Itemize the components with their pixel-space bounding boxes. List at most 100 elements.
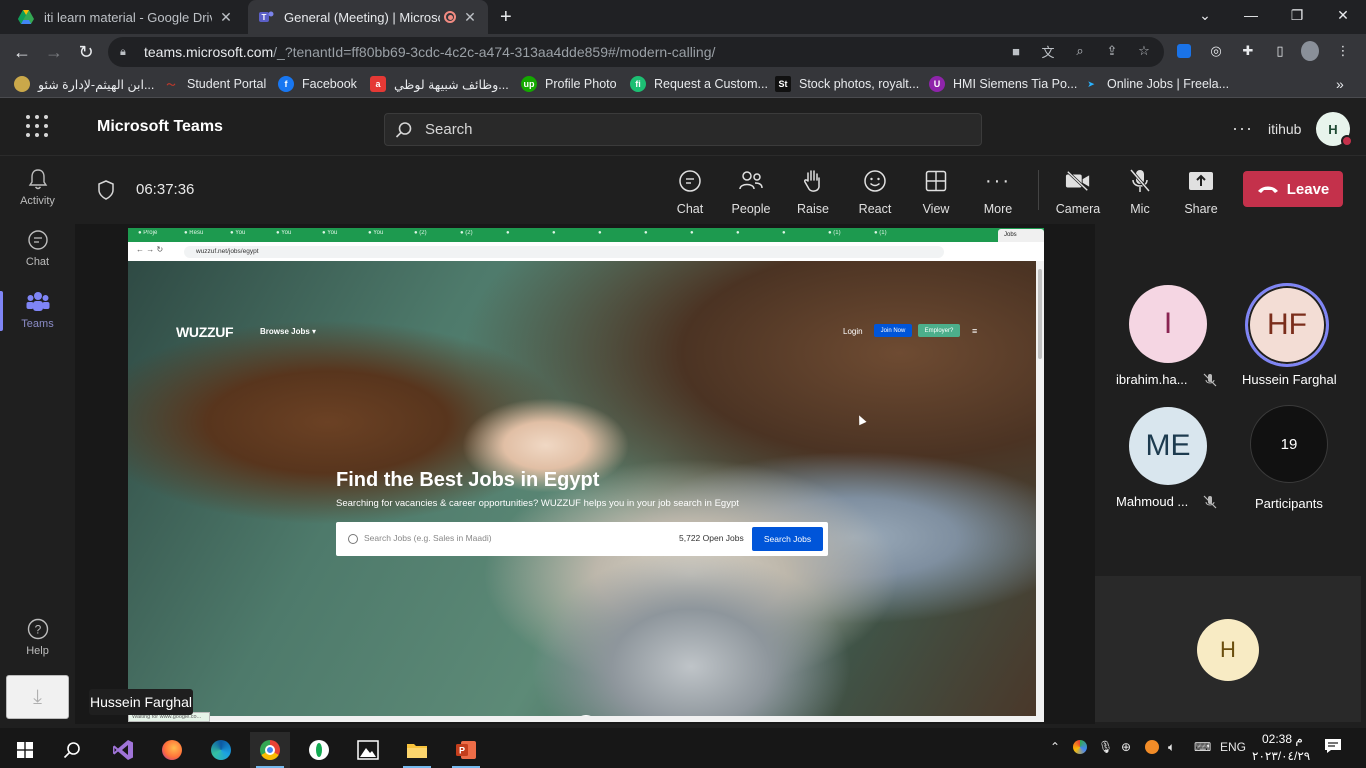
bookmarks-overflow-icon[interactable]: »: [1336, 75, 1344, 93]
react-button[interactable]: React: [847, 168, 903, 216]
profile-avatar[interactable]: [1301, 41, 1319, 61]
google-drive-icon: [18, 9, 34, 25]
share-page-icon[interactable]: ⇪: [1103, 42, 1121, 60]
search-jobs-button: Search Jobs: [752, 527, 823, 551]
bookmark-item[interactable]: a وظائف شبيهة لوظي...: [370, 75, 509, 93]
rail-item-activity[interactable]: Activity: [0, 158, 75, 216]
shared-tab: ● (2): [460, 230, 473, 236]
firefox-icon[interactable]: [152, 732, 192, 768]
avatar: H: [1197, 619, 1259, 681]
visual-studio-icon[interactable]: [103, 732, 143, 768]
forward-icon[interactable]: →: [42, 40, 66, 64]
close-window-icon[interactable]: ✕: [1320, 0, 1366, 30]
restore-icon[interactable]: ❐: [1274, 0, 1320, 30]
volume-icon[interactable]: 🔈︎: [1168, 740, 1175, 755]
shared-active-tab: Jobs: [998, 229, 1044, 242]
people-icon: [738, 168, 764, 194]
keyboard-icon[interactable]: ⌨︎: [1194, 740, 1211, 754]
participants-count-avatar[interactable]: 19: [1250, 405, 1328, 483]
bookmark-item[interactable]: up Profile Photo: [521, 75, 617, 93]
network-icon[interactable]: ⊕: [1121, 740, 1131, 754]
photos-icon[interactable]: [348, 732, 388, 768]
shield-icon[interactable]: [97, 180, 115, 200]
microphone-icon[interactable]: 🎙︎: [1098, 740, 1113, 754]
close-tab-icon[interactable]: ✕: [462, 9, 478, 26]
download-icon[interactable]: ⤓: [6, 675, 69, 719]
participant-avatar[interactable]: ME: [1129, 407, 1207, 485]
extension-globe-icon[interactable]: ◎: [1207, 42, 1225, 60]
participant-avatar-speaking[interactable]: HF: [1245, 283, 1329, 367]
camera-indicator-icon[interactable]: ■: [1007, 42, 1025, 60]
teams-icon: [26, 290, 50, 314]
notifications-icon[interactable]: [1324, 738, 1342, 757]
raise-hand-button[interactable]: Raise: [785, 168, 841, 216]
bookmark-favicon: a: [370, 76, 386, 92]
rail-item-help[interactable]: ? Help: [0, 608, 75, 666]
share-button[interactable]: Share: [1173, 168, 1229, 216]
zoom-icon[interactable]: ⌕: [1071, 42, 1089, 60]
app-launcher-icon[interactable]: [26, 115, 48, 137]
browser-menu-icon[interactable]: ⋮: [1334, 42, 1352, 60]
participant-avatar[interactable]: I: [1129, 285, 1207, 363]
job-search-box: Search Jobs (e.g. Sales in Maadi) 5,722 …: [336, 522, 828, 556]
tray-orange-icon[interactable]: [1145, 740, 1159, 757]
clock-date[interactable]: ٢٠٢٣/٠٤/٢٩: [1252, 749, 1310, 763]
toolbar-divider: [1038, 170, 1039, 210]
browser-tab-drive[interactable]: iti learn material - Google Drive ✕: [8, 0, 244, 34]
shared-tab: ● You: [276, 230, 292, 236]
recording-icon: [444, 11, 456, 23]
windows-start-icon[interactable]: [5, 732, 45, 768]
reload-icon[interactable]: ↻: [74, 40, 98, 64]
rail-item-teams[interactable]: Teams: [0, 281, 75, 339]
tab-search-icon[interactable]: ⌄: [1182, 0, 1228, 30]
avatar[interactable]: H: [1316, 112, 1353, 147]
bookmark-item[interactable]: fi Request a Custom...: [630, 75, 768, 93]
tray-app-icon[interactable]: [1073, 740, 1087, 757]
people-button[interactable]: People: [723, 168, 779, 216]
new-tab-icon[interactable]: +: [500, 6, 518, 28]
hero-title: Find the Best Jobs in Egypt: [336, 469, 600, 491]
powerpoint-icon[interactable]: P: [446, 732, 486, 768]
svg-text:?: ?: [34, 623, 41, 637]
tab-title: General (Meeting) | Microsof: [284, 9, 440, 25]
rail-item-chat[interactable]: Chat: [0, 219, 75, 277]
mic-button[interactable]: Mic: [1112, 168, 1168, 216]
extensions-puzzle-icon[interactable]: ✚: [1239, 42, 1257, 60]
chrome-icon[interactable]: [250, 732, 290, 768]
bookmark-item[interactable]: St Stock photos, royalt...: [775, 75, 919, 93]
leave-button[interactable]: Leave: [1243, 171, 1343, 207]
bookmark-star-icon[interactable]: ☆: [1135, 42, 1153, 60]
status-dot: [1341, 135, 1353, 147]
clock-time[interactable]: 02:38 م: [1262, 732, 1303, 746]
address-bar[interactable]: 🔒︎ teams.microsoft.com/_?tenantId=ff80bb…: [108, 37, 1164, 67]
bookmark-item[interactable]: 〜 Student Portal: [163, 75, 266, 93]
more-options-icon[interactable]: ···: [1232, 118, 1253, 139]
extension-drop-icon[interactable]: [1175, 42, 1193, 60]
app-leaf-icon[interactable]: [299, 732, 339, 768]
more-button[interactable]: ··· More: [970, 168, 1026, 217]
back-icon[interactable]: ←: [10, 40, 34, 64]
camera-button[interactable]: Camera: [1050, 168, 1106, 216]
view-button[interactable]: View: [908, 168, 964, 216]
browser-tab-teams[interactable]: T General (Meeting) | Microsof ✕: [248, 0, 488, 34]
bookmark-item[interactable]: f Facebook: [278, 75, 357, 93]
smiley-icon: [862, 168, 888, 194]
bookmark-item[interactable]: ابن الهيثم-لإدارة شئو...: [14, 75, 154, 93]
translate-icon[interactable]: 文: [1039, 42, 1057, 60]
edge-icon[interactable]: [201, 732, 241, 768]
browse-jobs-link: Browse Jobs ▾: [260, 327, 317, 336]
browser-toolbar: ← → ↻ 🔒︎ teams.microsoft.com/_?tenantId=…: [0, 34, 1366, 70]
side-panel-icon[interactable]: ▯: [1271, 42, 1289, 60]
org-name[interactable]: itihub: [1268, 121, 1301, 137]
chat-button[interactable]: Chat: [662, 168, 718, 216]
close-tab-icon[interactable]: ✕: [218, 9, 234, 26]
file-explorer-icon[interactable]: [397, 732, 437, 768]
search-icon[interactable]: [52, 732, 92, 768]
bookmark-item[interactable]: ➤ Online Jobs | Freela...: [1083, 75, 1229, 93]
show-hidden-icons-icon[interactable]: ⌃: [1050, 740, 1060, 754]
language-indicator[interactable]: ENG: [1220, 740, 1246, 754]
search-input[interactable]: Search: [384, 113, 982, 146]
bookmark-item[interactable]: U HMI Siemens Tia Po...: [929, 75, 1077, 93]
minimize-icon[interactable]: —: [1228, 0, 1274, 30]
bookmark-favicon: 〜: [166, 79, 176, 90]
